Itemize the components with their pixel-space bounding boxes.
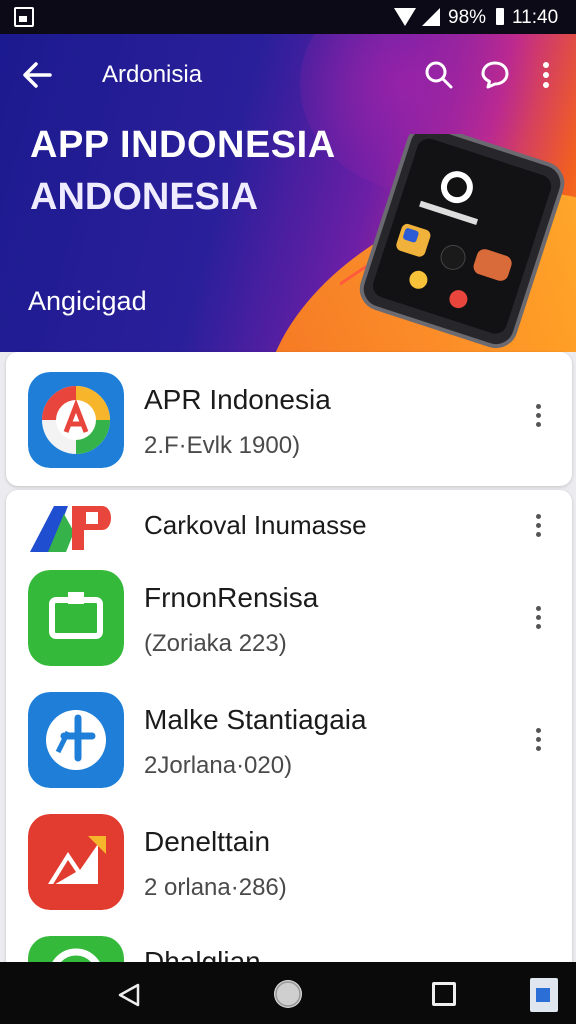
chat-bubble-icon[interactable]	[480, 60, 510, 90]
blue-app-icon	[28, 692, 124, 788]
battery-percent: 98%	[448, 7, 487, 28]
phone-illustration	[340, 134, 565, 349]
app-meta: (Zoriaka 223)	[144, 630, 287, 657]
more-vertical-icon[interactable]	[528, 510, 548, 544]
featured-app-name: APR Indonesia	[144, 384, 331, 415]
list-item[interactable]: Denelttain 2 orlana·286)	[6, 812, 572, 924]
app-name: Carkoval Inumasse	[144, 510, 367, 540]
status-bar: 98% 11:40	[0, 0, 576, 34]
system-nav-bar	[0, 962, 576, 1024]
featured-app-meta: 2.F·Evlk 1900)	[144, 432, 301, 459]
app-name: Denelttain	[144, 826, 271, 857]
gallery-notification-icon	[14, 7, 34, 27]
signal-icon	[422, 8, 440, 26]
app-meta: 2Jorlana·020)	[144, 752, 293, 779]
clock: 11:40	[512, 7, 559, 28]
more-vertical-icon[interactable]	[534, 60, 558, 90]
hero-title: APP INDONESIA	[30, 124, 336, 166]
search-icon[interactable]	[424, 60, 454, 90]
hero-subtitle: Angicigad	[28, 286, 147, 316]
nav-home-icon[interactable]	[274, 980, 302, 1008]
top-app-bar: Ardonisia	[0, 34, 576, 114]
app-title: Ardonisia	[102, 61, 203, 88]
featured-app-card[interactable]: APR Indonesia 2.F·Evlk 1900)	[6, 352, 572, 486]
app-list: Carkoval Inumasse FrnonRensisa (Zoriaka …	[6, 490, 572, 970]
wifi-icon	[394, 8, 416, 26]
compass-app-icon	[28, 372, 124, 468]
nav-back-icon[interactable]	[116, 982, 142, 1008]
red-map-app-icon	[28, 814, 124, 910]
list-item[interactable]: FrnonRensisa (Zoriaka 223)	[6, 568, 572, 680]
more-vertical-icon[interactable]	[528, 602, 548, 636]
battery-icon	[496, 8, 504, 25]
featured-more-icon[interactable]	[528, 400, 548, 434]
hero-title-secondary: ANDONESIA	[30, 176, 259, 218]
arrow-left-icon[interactable]	[20, 58, 54, 92]
nav-recents-icon[interactable]	[432, 982, 456, 1006]
app-meta: 2 orlana·286)	[144, 874, 287, 901]
ap-logo-icon	[30, 506, 111, 552]
list-item[interactable]: Carkoval Inumasse	[6, 490, 572, 556]
green-app-icon	[28, 570, 124, 666]
app-name: FrnonRensisa	[144, 582, 319, 613]
document-icon[interactable]	[530, 978, 558, 1012]
more-vertical-icon[interactable]	[528, 724, 548, 758]
app-name: Malke Stantiagaia	[144, 704, 367, 735]
list-item[interactable]: Malke Stantiagaia 2Jorlana·020)	[6, 690, 572, 802]
